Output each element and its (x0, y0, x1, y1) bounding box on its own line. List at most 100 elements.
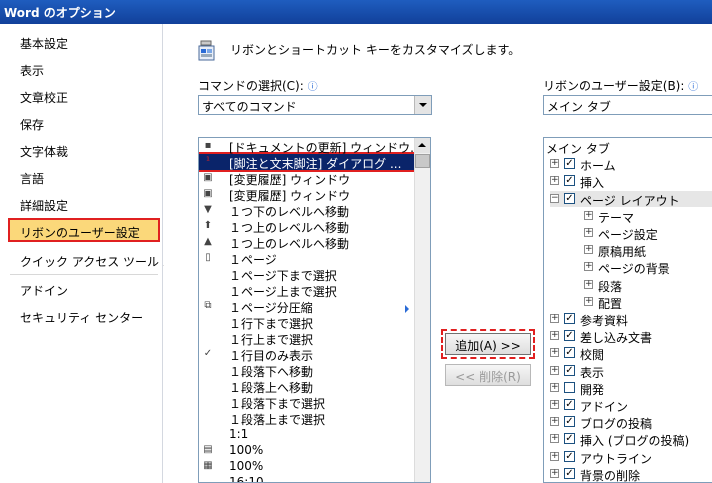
expand-icon[interactable]: + (550, 434, 559, 444)
tree-item[interactable]: + ✓ 挿入 (550, 173, 712, 190)
command-icon (201, 380, 215, 392)
command-item[interactable]: ¹ [脚注と文末脚注] ダイアログ ... (199, 152, 416, 172)
tree-item[interactable]: + ✓ 挿入 (ブログの投稿) (550, 431, 712, 448)
command-item[interactable]: １段落上まで選択 (199, 410, 414, 427)
command-item[interactable]: １段落上へ移動 (199, 378, 414, 395)
nav-item-trust-center[interactable]: セキュリティ センター (8, 304, 160, 328)
commands-list[interactable]: 16:10 ▦ 100% ▤ 100% 1:1 １段落上まで選択 １段落下まで選択 １段落上へ移… (198, 137, 431, 483)
command-item[interactable]: １段落下へ移動 (199, 362, 414, 379)
command-item[interactable]: １段落下まで選択 (199, 394, 414, 411)
tab-checkbox[interactable]: ✓ (564, 399, 575, 410)
nav-item-advanced[interactable]: 詳細設定 (8, 192, 160, 216)
scroll-up-icon[interactable] (415, 138, 430, 153)
commands-source-select[interactable]: すべてのコマンド (198, 95, 432, 115)
command-item[interactable]: ▣ [変更履歴] ウィンドウ (199, 170, 414, 187)
tree-item[interactable]: + ✓ 差し込み文書 (550, 328, 712, 345)
tab-checkbox[interactable]: ✓ (564, 313, 575, 324)
nav-item-customize-ribbon[interactable]: リボンのユーザー設定 (8, 218, 160, 242)
nav-item-display[interactable]: 表示 (8, 57, 160, 81)
command-item[interactable]: ▲ １つ上のレベルへ移動 (199, 234, 414, 251)
tab-checkbox[interactable]: ✓ (564, 416, 575, 428)
tab-checkbox[interactable]: ✓ (564, 450, 575, 462)
tree-item[interactable]: + ✓ アドイン (550, 397, 712, 414)
expand-icon[interactable]: + (584, 228, 593, 237)
tab-checkbox[interactable]: ✓ (564, 158, 575, 170)
expand-icon[interactable]: + (550, 365, 559, 375)
expand-icon[interactable]: + (584, 262, 593, 272)
expand-icon[interactable]: + (584, 296, 593, 306)
command-item[interactable]: ▼ １つ下のレベルへ移動 (199, 202, 414, 219)
tab-checkbox[interactable]: ✓ (564, 192, 575, 204)
command-icon (201, 284, 215, 296)
command-item[interactable]: ▣ [変更履歴] ウィンドウ (199, 186, 414, 203)
expand-icon[interactable]: + (550, 348, 559, 358)
nav-item-basic[interactable]: 基本設定 (8, 30, 160, 54)
tree-item[interactable]: + 開発 (550, 380, 712, 397)
expand-icon[interactable]: + (550, 176, 559, 186)
nav-item-quick-access-toolbar[interactable]: クイック アクセス ツール バー (8, 248, 187, 272)
nav-item-typography[interactable]: 文字体裁 (8, 138, 160, 162)
expand-icon[interactable]: + (550, 468, 559, 478)
expand-icon[interactable]: + (550, 382, 559, 392)
tree-item[interactable]: + 原稿用紙 (584, 242, 712, 259)
expand-icon[interactable]: + (550, 314, 559, 323)
expand-icon[interactable]: + (550, 159, 559, 169)
command-icon: ▦ (203, 460, 213, 471)
command-item[interactable]: ⧉ １ページ分圧縮 (199, 298, 414, 315)
expand-icon[interactable]: + (550, 451, 559, 461)
remove-button[interactable]: << 削除(R) (445, 364, 531, 386)
ribbon-tree[interactable]: メイン タブ + ✓ ホーム + ✓ 挿入 − ✓ ページ レイアウト + テーマ + ページ設定 + 原稿用… (543, 137, 712, 483)
nav-item-save[interactable]: 保存 (8, 111, 160, 135)
tab-checkbox[interactable] (564, 381, 575, 393)
command-item[interactable]: 1:1 (199, 426, 414, 442)
collapse-icon[interactable]: − (550, 193, 559, 203)
tree-item-label: ブログの投稿 (580, 417, 653, 432)
command-item[interactable]: １ページ下まで選択 (199, 266, 414, 283)
command-item[interactable]: １行上まで選択 (199, 330, 414, 347)
command-item[interactable]: ✓ １行目のみ表示 (199, 346, 414, 363)
tab-checkbox[interactable]: ✓ (564, 347, 575, 359)
tab-checkbox[interactable]: ✓ (564, 175, 575, 187)
tab-checkbox[interactable]: ✓ (564, 364, 575, 376)
tab-checkbox[interactable]: ✓ (564, 330, 575, 342)
ribbon-tabs-select[interactable]: メイン タブ (543, 95, 712, 115)
command-item[interactable]: １ページ上まで選択 (199, 282, 414, 299)
expand-icon[interactable]: + (584, 279, 593, 289)
tree-item[interactable]: + ✓ 校閲 (550, 345, 712, 362)
tree-item[interactable]: + ✓ 参考資料 (550, 311, 712, 328)
command-item[interactable]: ▪ [ドキュメントの更新] ウィンドウ... (199, 138, 422, 155)
expand-icon[interactable]: + (584, 245, 593, 255)
tree-item[interactable]: + ✓ 背景の削除 (550, 466, 712, 482)
expand-icon[interactable]: + (550, 417, 559, 427)
nav-item-addins[interactable]: アドイン (8, 277, 160, 301)
tab-checkbox[interactable]: ✓ (564, 467, 575, 479)
command-label: １段落上まで選択 (229, 413, 326, 427)
tree-item[interactable]: + 段落 (584, 277, 712, 294)
expand-icon[interactable]: + (550, 331, 559, 341)
chevron-down-icon[interactable] (414, 96, 431, 114)
tree-item[interactable]: + ページ設定 (584, 225, 712, 242)
command-item[interactable]: ▯ １ページ (199, 250, 414, 267)
tree-item[interactable]: + ✓ アウトライン (550, 449, 712, 466)
tree-item[interactable]: + ✓ 表示 (550, 363, 712, 380)
nav-item-proofing[interactable]: 文章校正 (8, 84, 160, 108)
scroll-thumb[interactable] (415, 154, 430, 168)
expand-icon[interactable]: + (550, 400, 559, 409)
command-icon: ▼ (204, 204, 212, 215)
expand-icon[interactable]: + (584, 210, 593, 220)
command-item[interactable]: ⬆ １つ上のレベルへ移動 (199, 218, 414, 235)
command-item[interactable]: 16:10 (199, 474, 414, 482)
tree-item[interactable]: − ✓ ページ レイアウト (550, 190, 712, 208)
add-button[interactable]: 追加(A) >> (441, 329, 535, 359)
command-item[interactable]: ▤ 100% (199, 442, 414, 458)
command-item[interactable]: ▦ 100% (199, 458, 414, 474)
commands-scrollbar[interactable] (414, 138, 430, 482)
tree-item[interactable]: + テーマ (584, 208, 712, 225)
tree-item[interactable]: + ✓ ブログの投稿 (550, 414, 712, 432)
command-item[interactable]: １行下まで選択 (199, 314, 414, 331)
tree-item[interactable]: + ✓ ホーム (550, 156, 712, 173)
tree-item[interactable]: + 配置 (584, 294, 712, 311)
nav-item-language[interactable]: 言語 (8, 165, 160, 189)
tree-item[interactable]: + ページの背景 (584, 259, 712, 276)
tab-checkbox[interactable]: ✓ (564, 433, 575, 445)
